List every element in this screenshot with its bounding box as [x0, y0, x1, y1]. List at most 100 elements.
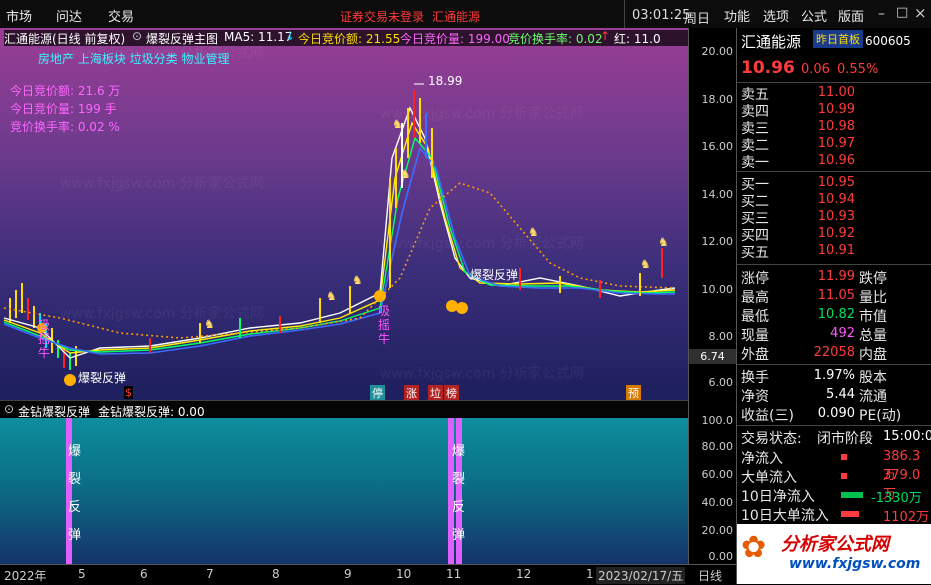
menu-wenda[interactable]: 问达: [56, 6, 82, 25]
bid-price[interactable]: 10.91: [785, 243, 855, 258]
flow-label: 大单流入: [741, 470, 797, 486]
flow-label: 10日净流入: [741, 489, 815, 505]
signal-burst-2: 爆裂反弹: [470, 268, 519, 282]
signal-buy-1: 吸 摇 牛: [38, 318, 51, 360]
svg-text:♞: ♞: [640, 257, 651, 271]
x-tick: 5: [78, 567, 86, 581]
stat-label2: 跌停: [859, 271, 887, 287]
event-tag-limit[interactable]: 涨: [404, 385, 419, 401]
flow-value: 1102万: [883, 510, 930, 525]
first-board-badge: 昨日首板: [813, 30, 863, 48]
ask-price[interactable]: 10.99: [785, 102, 855, 117]
stat-label2: 量比: [859, 290, 887, 306]
divider: [737, 82, 931, 83]
stat2-value: 1.97%: [813, 368, 855, 383]
stat-label2: 市值: [859, 309, 887, 325]
menu-trade[interactable]: 交易: [108, 6, 134, 25]
x-tick: 1: [586, 567, 594, 581]
sub-y-tick: 80.00: [701, 440, 734, 453]
sub-y-tick: 20.00: [701, 524, 734, 537]
menu-function[interactable]: 功能: [724, 6, 750, 25]
svg-text:♞: ♞: [658, 235, 669, 249]
sub-chart-header: ⊙ 金钻爆裂反弹 金钻爆裂反弹: 0.00: [0, 400, 688, 420]
logo-url: www.fxjgsw.com: [789, 556, 921, 572]
x-tick: 2022年: [4, 569, 47, 583]
stat2-label: 收益(三): [741, 408, 794, 424]
x-tick: 10: [396, 567, 412, 581]
stat-value: 22058: [813, 345, 855, 360]
maximize-icon[interactable]: □: [896, 5, 908, 20]
flow-bar: [841, 473, 847, 479]
close-icon[interactable]: ×: [914, 4, 927, 22]
stat2-label2: PE(动): [859, 408, 902, 424]
event-tag-rank[interactable]: 榜: [444, 385, 459, 401]
event-tag-halt[interactable]: 停: [370, 385, 385, 401]
ask-price[interactable]: 10.97: [785, 136, 855, 151]
ask-price[interactable]: 10.96: [785, 153, 855, 168]
y-tick: 16.00: [701, 140, 734, 153]
info-jj-turnover: 竞价换手率: 0.02 %: [10, 120, 120, 134]
flow-label: 净流入: [741, 451, 783, 467]
svg-text:♞: ♞: [400, 167, 411, 181]
menu-options[interactable]: 选项: [763, 6, 789, 25]
y-tick: 14.00: [701, 188, 734, 201]
ask-price[interactable]: 11.00: [785, 85, 855, 100]
sub-toggle-icon[interactable]: ⊙: [4, 402, 14, 416]
divider: [737, 364, 931, 365]
stat-value: 492: [830, 326, 855, 341]
bid-price[interactable]: 10.95: [785, 175, 855, 190]
formula-name[interactable]: 爆裂反弹主图: [146, 30, 218, 47]
info-jj-volume: 今日竞价量: 199 手: [10, 102, 117, 116]
stat2-label: 净资: [741, 389, 769, 405]
bid-price[interactable]: 10.94: [785, 192, 855, 207]
flow-bar: [841, 454, 847, 460]
signal-burst-1: 爆裂反弹: [78, 371, 127, 385]
x-tick: 12: [516, 567, 532, 581]
minimize-icon[interactable]: –: [878, 6, 885, 22]
y-tick: 12.00: [701, 235, 734, 248]
y-tick: 10.00: [701, 283, 734, 296]
svg-text:www.fxjgsw.com 分析家公式网: www.fxjgsw.com 分析家公式网: [60, 175, 264, 192]
signal-buy-2: 吸 摇 牛: [378, 304, 391, 346]
x-tick: 7: [206, 567, 214, 581]
event-tag-forecast[interactable]: 预: [626, 385, 641, 401]
stat-label: 最低: [741, 309, 769, 325]
ask-price[interactable]: 10.98: [785, 119, 855, 134]
stat2-label2: 流通: [859, 389, 887, 405]
logo-text: 分析家公式网: [781, 534, 889, 555]
menu-formula[interactable]: 公式: [801, 6, 827, 25]
svg-text:www.fxjgsw.com 分析家公式网: www.fxjgsw.com 分析家公式网: [380, 105, 584, 122]
price-change: 0.06: [801, 62, 830, 77]
event-tag-garbage[interactable]: 垃: [428, 385, 443, 401]
sub-y-tick: 100.0: [701, 414, 734, 427]
formula-toggle-icon[interactable]: ⊙: [132, 29, 142, 43]
event-tag-dollar[interactable]: $: [124, 386, 133, 399]
cross-value-label: 6.74: [689, 349, 736, 364]
divider: [737, 264, 931, 265]
y-tick: 6.00: [708, 376, 734, 389]
svg-text:www.fxjgsw.com 分析家公式网: www.fxjgsw.com 分析家公式网: [380, 235, 584, 252]
jj-amount-label: 今日竞价额: 21.55: [298, 32, 401, 46]
menu-market[interactable]: 市场: [6, 6, 32, 25]
main-kline-chart[interactable]: www.fxjgsw.com 分析家公式网 www.fxjgsw.com 分析家…: [0, 28, 688, 401]
flow-value: -1330万: [871, 491, 922, 506]
bid-label: 买五: [741, 245, 769, 261]
svg-text:www.fxjgsw.com 分析家公式网: www.fxjgsw.com 分析家公式网: [60, 305, 264, 322]
stat2-value: 5.44: [826, 387, 855, 402]
sub-indicator-chart[interactable]: 爆裂反弹 爆裂反弹: [0, 418, 688, 564]
x-tick: 8: [272, 567, 280, 581]
bid-price[interactable]: 10.92: [785, 226, 855, 241]
bid-price[interactable]: 10.93: [785, 209, 855, 224]
jj-volume-label: 今日竞价量: 199.00: [400, 32, 510, 46]
logo-flower-icon: ✿: [741, 530, 767, 565]
ask-label: 卖一: [741, 155, 769, 171]
red-label: 红: 11.0: [614, 32, 661, 46]
period-tab-daily[interactable]: 日线: [698, 567, 722, 584]
sub-y-tick: 40.00: [701, 496, 734, 509]
svg-text:♞: ♞: [528, 225, 539, 239]
login-warning[interactable]: 证券交易未登录: [340, 8, 424, 25]
jj-turnover-label: 竞价换手率: 0.02: [508, 32, 603, 46]
divider: [624, 0, 625, 28]
stat-label2: 总量: [859, 328, 887, 344]
menu-layout[interactable]: 版面: [838, 6, 864, 25]
